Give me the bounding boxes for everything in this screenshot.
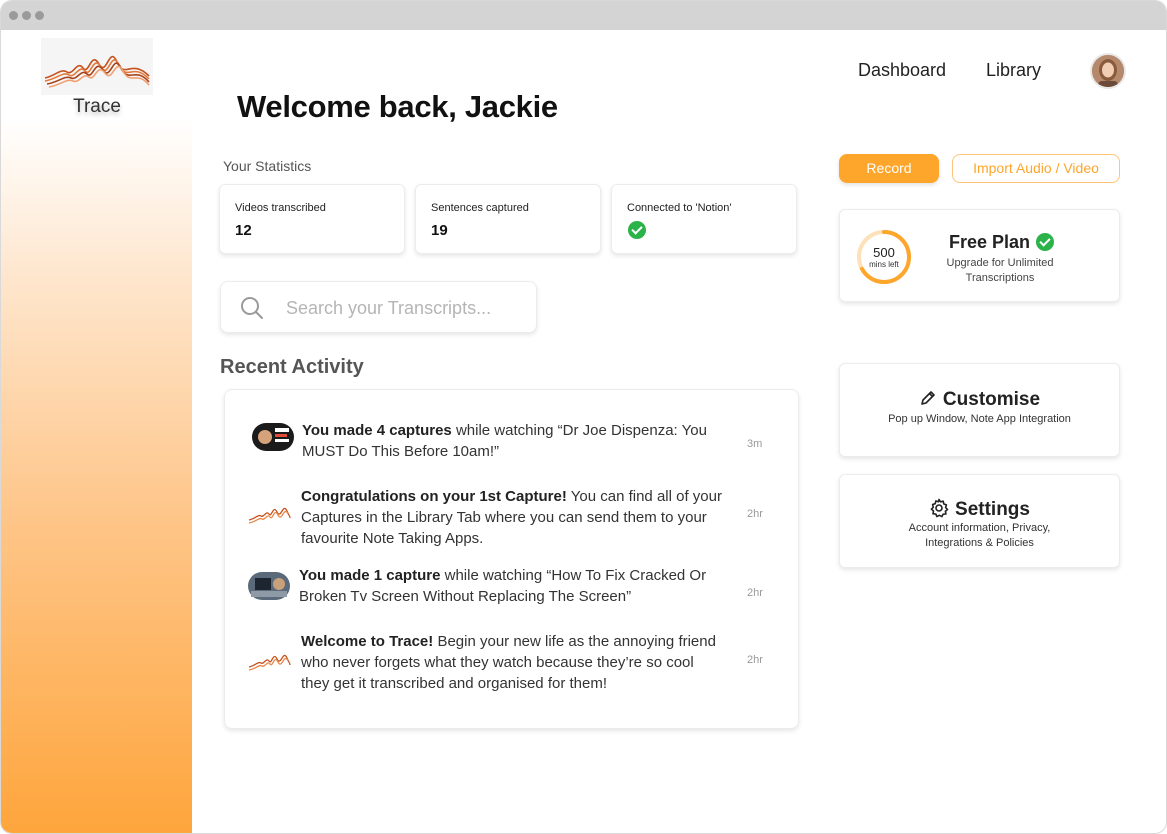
plan-title: Free Plan [949,232,1031,252]
trace-logo[interactable] [41,38,153,95]
search-placeholder: Search your Transcripts... [286,298,492,318]
free-plan-card[interactable]: 500 mins left Free Plan Upgrade for Unli… [839,209,1120,302]
activity-text: You made 1 capture while watching “How T… [299,565,735,607]
window-dot[interactable] [9,11,18,20]
window-dot[interactable] [22,11,31,20]
app-window: Trace Dashboard Library Welcome back, Ja… [0,0,1167,834]
app-name: Trace [73,96,121,117]
stat-label: Sentences captured [431,202,529,214]
activity-line: who never forgets what they watch becaus… [301,654,694,671]
stat-card-notion: Connected to 'Notion' [611,184,797,254]
plan-subtitle-line: Upgrade for Unlimited [946,257,1054,269]
customise-card[interactable]: Customise Pop up Window, Note App Integr… [839,363,1120,457]
minutes-label: mins left [869,260,900,269]
settings-label: Settings [955,499,1030,520]
search-input[interactable]: Search your Transcripts... [220,281,537,333]
minutes-left-gauge: 500 mins left [857,230,911,284]
activity-rest: while watching “How To Fix Cracked Or [440,567,707,584]
settings-subtitle: Account information, Privacy, Integratio… [840,521,1119,551]
sidebar: Trace [1,30,192,833]
title-bar [1,1,1166,30]
settings-subtitle-line: Integrations & Policies [925,537,1034,549]
trace-logo-icon [248,654,291,671]
activity-line: favourite Note Taking Apps. [301,530,484,547]
nav-library[interactable]: Library [986,60,1041,81]
stat-label: Connected to 'Notion' [627,202,732,214]
window-dot[interactable] [35,11,44,20]
activity-line: they get it transcribed and organised fo… [301,675,608,692]
record-button[interactable]: Record [839,154,939,183]
check-circle-icon [628,221,646,239]
stat-card-sentences: Sentences captured 19 [415,184,601,254]
recent-activity-title: Recent Activity [220,356,364,378]
video-thumbnail-icon [248,572,290,600]
activity-time: 2hr [747,587,763,599]
customise-label: Customise [942,389,1041,410]
activity-text: You made 4 captures while watching “Dr J… [302,420,738,462]
trace-logo-icon [248,507,291,524]
activity-rest: You can find all of your [566,488,722,505]
activity-time: 2hr [747,508,763,520]
activity-time: 2hr [747,654,763,666]
page-title: Welcome back, Jackie [237,89,558,124]
activity-line: Broken Tv Screen Without Replacing The S… [299,588,632,605]
activity-text: Welcome to Trace! Begin your new life as… [301,631,737,694]
customise-subtitle: Pop up Window, Note App Integration [888,413,1071,425]
settings-card[interactable]: Settings Account information, Privacy, I… [839,474,1120,568]
recent-activity-list: You made 4 captures while watching “Dr J… [224,389,799,729]
plan-subtitle: Upgrade for Unlimited Transcriptions [935,256,1065,286]
settings-title: Settings [840,498,1119,521]
activity-line: Captures in the Library Tab where you ca… [301,509,707,526]
activity-text: Congratulations on your 1st Capture! You… [301,486,741,549]
activity-bold: Congratulations on your 1st Capture! [301,488,567,505]
settings-subtitle-line: Account information, Privacy, [908,522,1051,534]
customise-title: Customise [840,389,1119,411]
statistics-label: Your Statistics [223,158,312,174]
import-audio-video-button[interactable]: Import Audio / Video [952,154,1120,183]
plan-subtitle-line: Transcriptions [965,272,1035,284]
check-circle-icon [1036,233,1054,251]
waveform-logo-icon [44,55,150,88]
avatar[interactable] [1090,53,1126,89]
stat-value: 12 [235,222,252,239]
video-thumbnail-icon [252,423,294,451]
stat-label: Videos transcribed [235,202,326,214]
activity-bold: You made 4 captures [302,422,452,439]
gear-icon [930,498,949,518]
pencil-icon [921,391,935,405]
activity-bold: Welcome to Trace! [301,633,434,650]
nav-dashboard[interactable]: Dashboard [858,60,946,81]
user-avatar-icon [1092,55,1124,87]
activity-bold: You made 1 capture [299,567,441,584]
activity-line: MUST Do This Before 10am!” [302,443,500,460]
search-icon [241,297,263,319]
minutes-value: 500 [873,245,895,260]
activity-rest: while watching “Dr Joe Dispenza: You [451,422,707,439]
activity-time: 3m [747,438,763,450]
activity-rest: Begin your new life as the annoying frie… [433,633,716,650]
stat-card-videos: Videos transcribed 12 [219,184,405,254]
stat-value: 19 [431,222,448,239]
